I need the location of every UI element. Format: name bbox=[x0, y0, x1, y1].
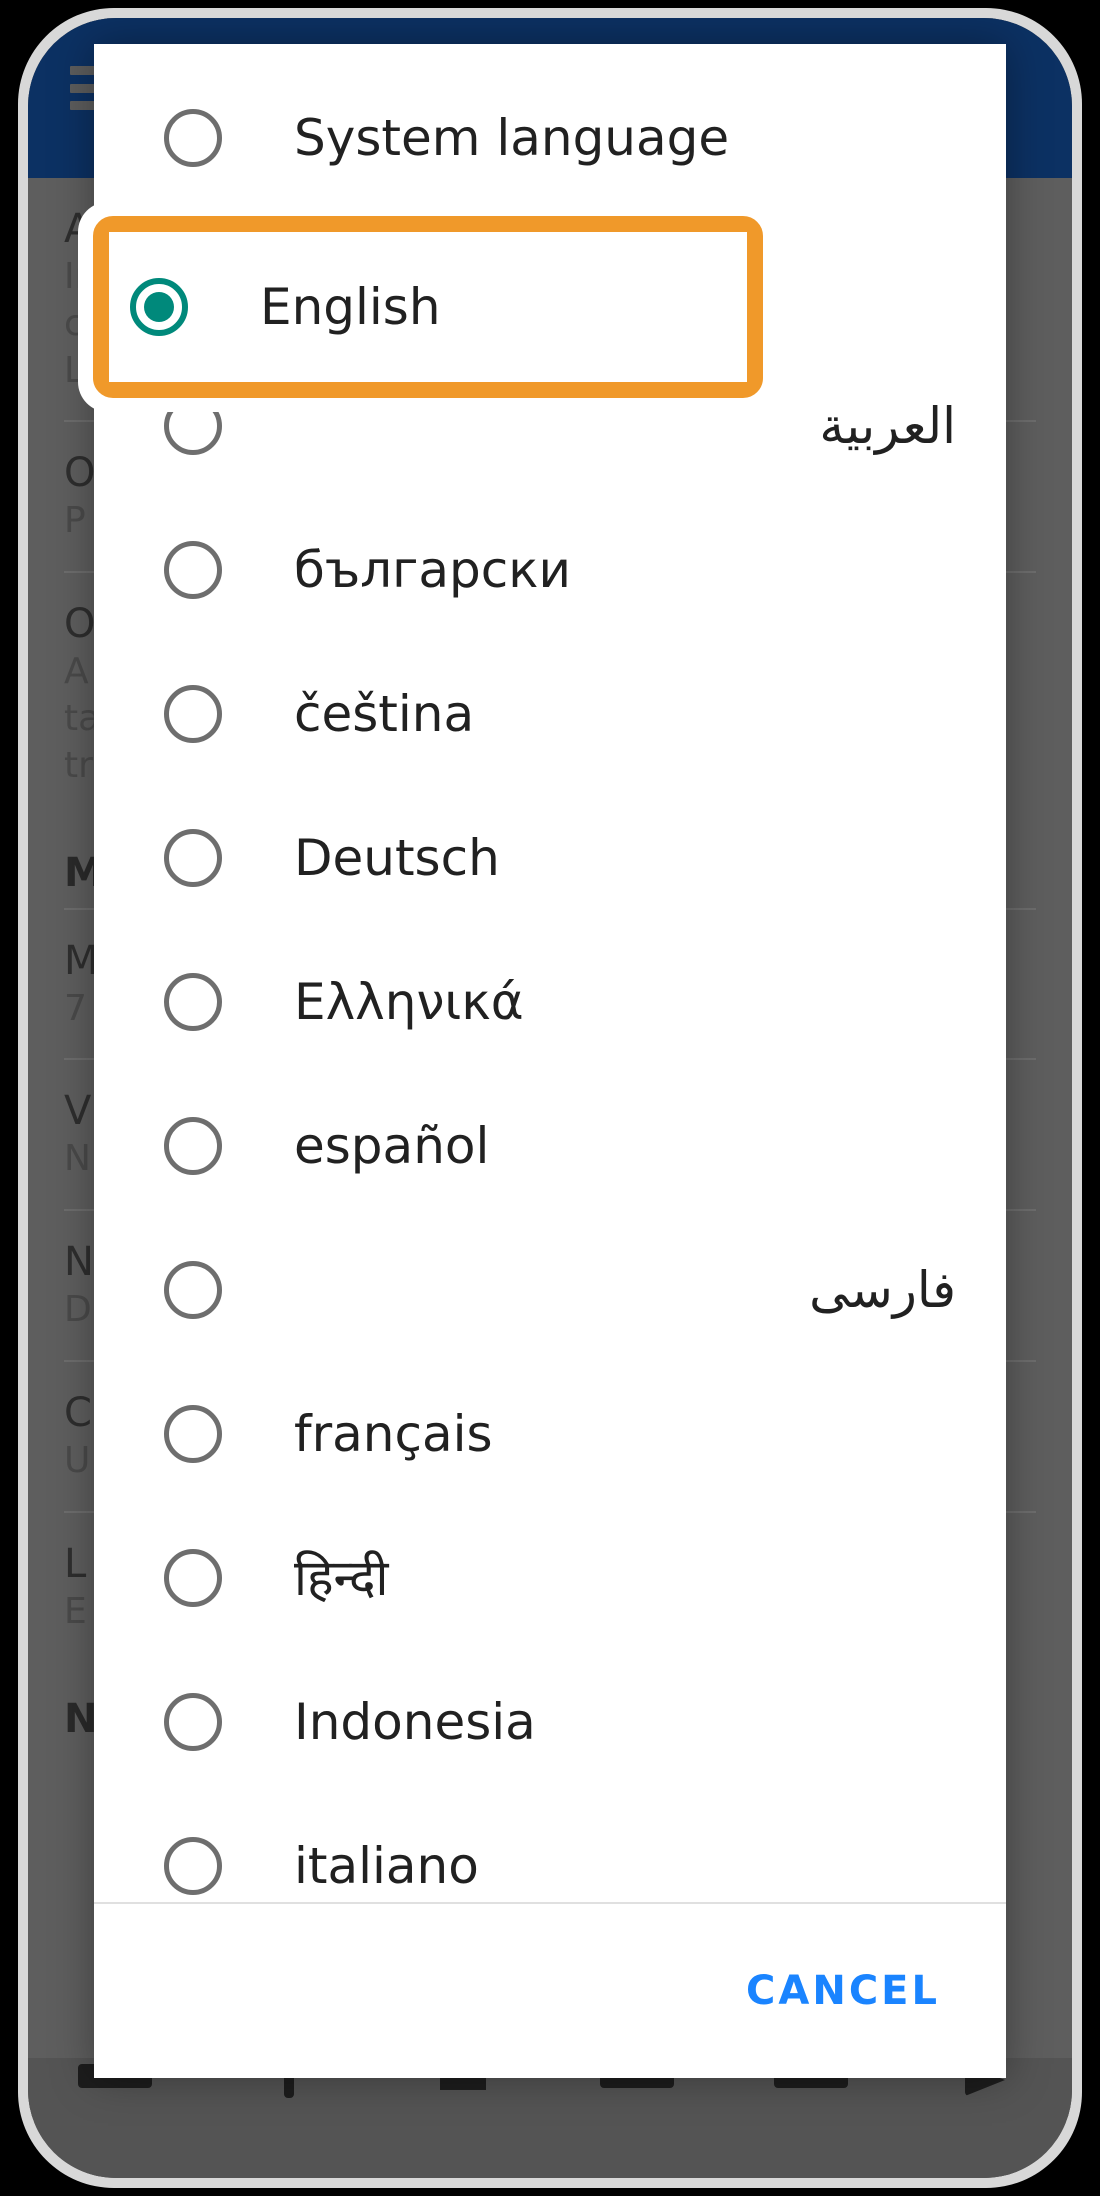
language-option-row[interactable]: हिन्दी bbox=[94, 1506, 1006, 1650]
language-option-row[interactable]: System language bbox=[94, 66, 1006, 210]
language-option-label: français bbox=[294, 1405, 493, 1463]
radio-button-unselected[interactable] bbox=[164, 1837, 222, 1895]
language-option-row[interactable]: français bbox=[94, 1362, 1006, 1506]
radio-button-unselected[interactable] bbox=[164, 1117, 222, 1175]
radio-button-selected[interactable] bbox=[130, 278, 188, 336]
radio-button-unselected[interactable] bbox=[164, 541, 222, 599]
radio-button-unselected[interactable] bbox=[164, 973, 222, 1031]
language-option-label: English bbox=[260, 278, 441, 336]
language-option-row[interactable]: български bbox=[94, 498, 1006, 642]
radio-button-unselected[interactable] bbox=[164, 685, 222, 743]
language-option-label: Indonesia bbox=[294, 1693, 536, 1751]
language-option-row[interactable]: فارسی bbox=[94, 1218, 1006, 1362]
language-option-label: español bbox=[294, 1117, 490, 1175]
language-option-label: System language bbox=[294, 109, 730, 167]
language-option-label: български bbox=[294, 541, 571, 599]
language-option-row[interactable]: español bbox=[94, 1074, 1006, 1218]
language-option-label: فارسی bbox=[809, 1261, 956, 1319]
language-option-row[interactable]: čeština bbox=[94, 642, 1006, 786]
phone-screen: A In co Lo O P O A ta tr M bbox=[28, 18, 1072, 2178]
phone-device-frame: A In co Lo O P O A ta tr M bbox=[18, 8, 1082, 2188]
language-option-label: हिन्दी bbox=[294, 1549, 389, 1607]
language-option-row[interactable]: Deutsch bbox=[94, 786, 1006, 930]
language-option-label: Deutsch bbox=[294, 829, 500, 887]
highlighted-language-row-english[interactable]: English bbox=[109, 232, 747, 382]
dialog-footer: CANCEL bbox=[94, 1902, 1006, 2078]
language-option-label: čeština bbox=[294, 685, 475, 743]
cancel-button[interactable]: CANCEL bbox=[728, 1954, 958, 2028]
language-option-row[interactable]: italiano bbox=[94, 1794, 1006, 1902]
language-option-label: italiano bbox=[294, 1837, 479, 1895]
radio-button-unselected[interactable] bbox=[164, 1261, 222, 1319]
radio-button-unselected[interactable] bbox=[164, 829, 222, 887]
language-option-row[interactable]: Ελληνικά bbox=[94, 930, 1006, 1074]
radio-button-unselected[interactable] bbox=[164, 1549, 222, 1607]
radio-button-unselected[interactable] bbox=[164, 1693, 222, 1751]
language-option-row[interactable]: Indonesia bbox=[94, 1650, 1006, 1794]
radio-button-unselected[interactable] bbox=[164, 109, 222, 167]
language-option-label: Ελληνικά bbox=[294, 973, 524, 1031]
radio-button-unselected[interactable] bbox=[164, 1405, 222, 1463]
